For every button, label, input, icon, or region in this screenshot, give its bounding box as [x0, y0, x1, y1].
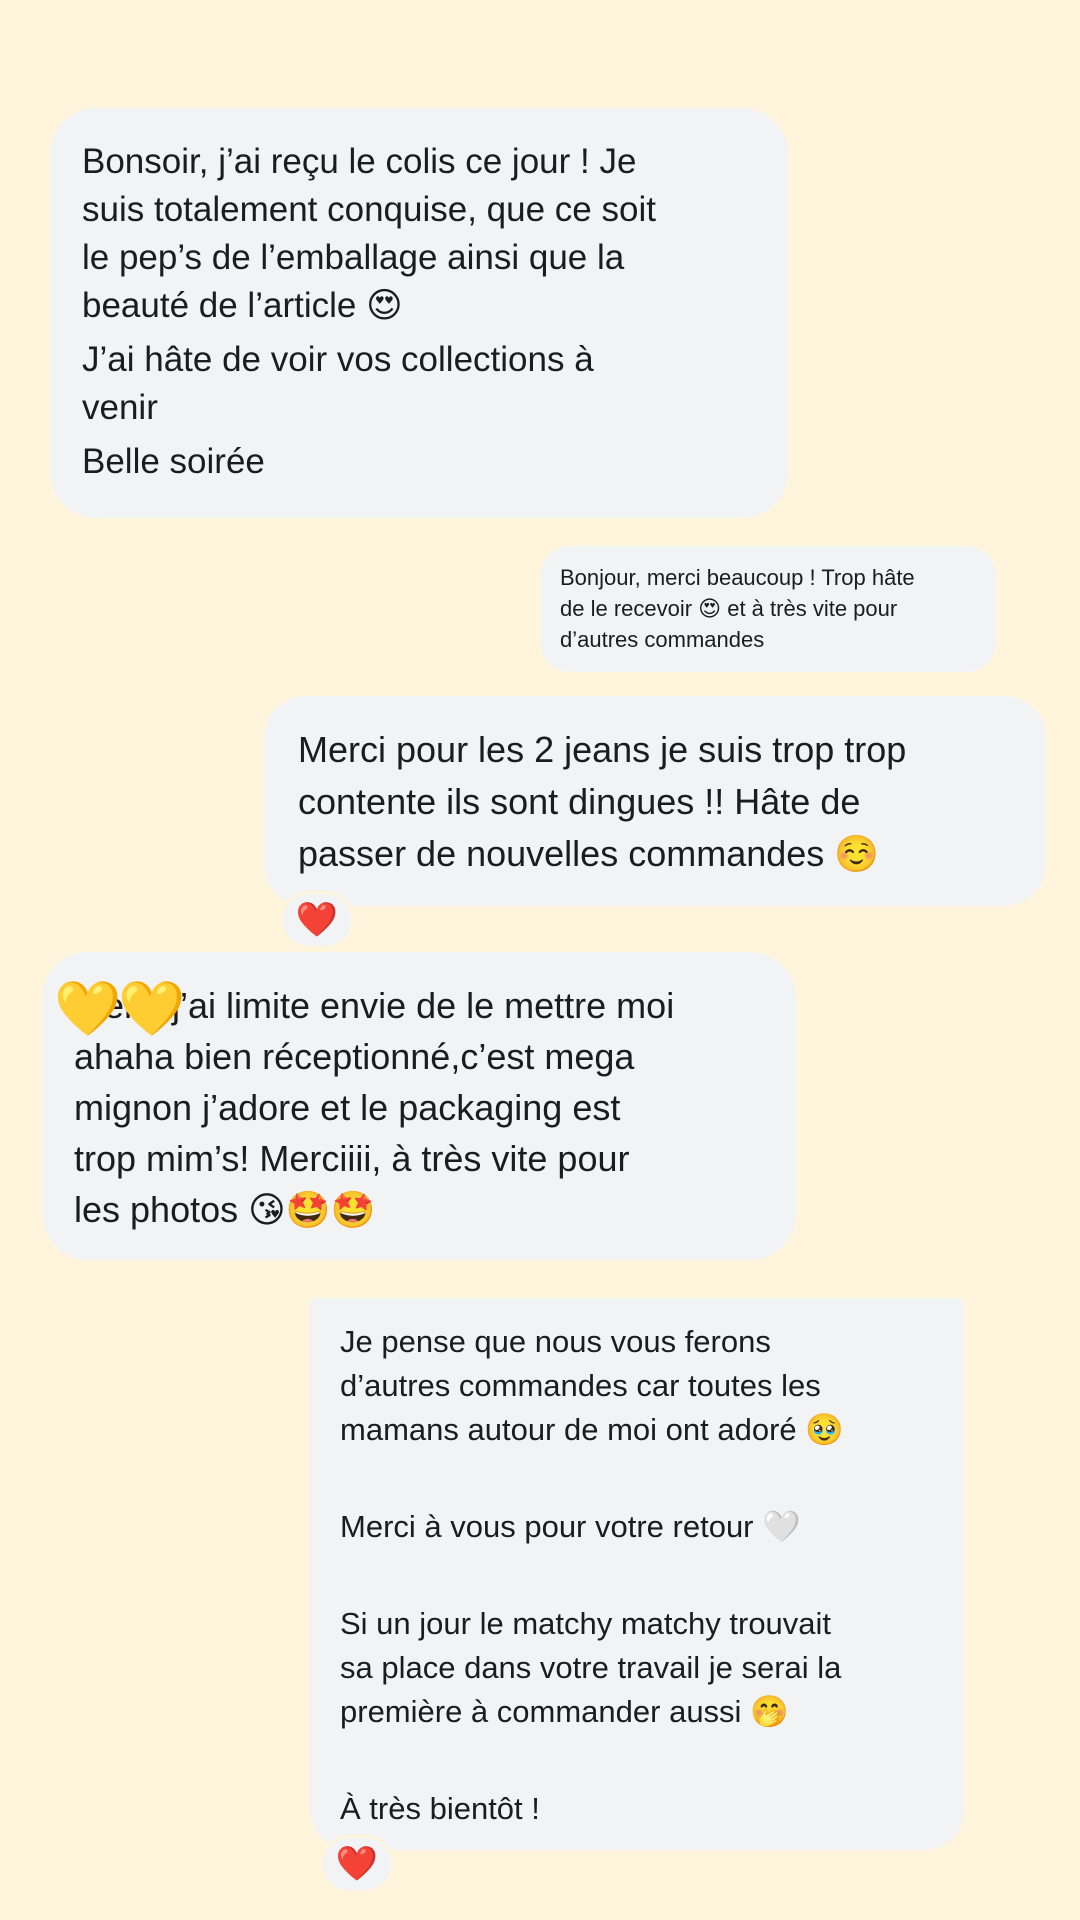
message-5-line-11: À très bientôt ! — [340, 1791, 540, 1826]
message-5-line-7: Si un jour le matchy matchy trouvait — [340, 1606, 832, 1641]
message-1-line-4: beauté de l’article 😍 — [82, 286, 403, 325]
message-3-line-2: contente ils sont dingues !! Hâte de — [298, 781, 861, 822]
yellow-heart-icon-1: 💛 — [54, 977, 122, 1040]
heart-reaction-icon[interactable]: ❤️ — [320, 1835, 394, 1893]
message-5-line-1: Je pense que nous vous ferons — [340, 1324, 771, 1359]
message-bubble-5[interactable]: Je pense que nous vous ferons d’autres c… — [310, 1298, 964, 1850]
message-4-line-3: mignon j’adore et le packaging est — [74, 1087, 621, 1128]
message-5-line-2: d’autres commandes car toutes les — [340, 1368, 821, 1403]
message-1-line-2: suis totalement conquise, que ce soit — [82, 190, 656, 229]
message-2-line-3: d’autres commandes — [560, 627, 765, 652]
message-2-line-1: Bonjour, merci beaucoup ! Trop hâte — [560, 565, 915, 590]
message-bubble-2[interactable]: Bonjour, merci beaucoup ! Trop hâte de l… — [540, 546, 996, 672]
message-1-line-3: le pep’s de l’emballage ainsi que la — [82, 238, 625, 277]
message-bubble-3[interactable]: Merci pour les 2 jeans je suis trop trop… — [264, 696, 1046, 906]
message-5-line-8: sa place dans votre travail je serai la — [340, 1650, 842, 1685]
message-5-line-3: mamans autour de moi ont adoré 🥹 — [340, 1412, 844, 1447]
message-2-line-2: de le recevoir 😍 et à très vite pour — [560, 596, 898, 621]
message-1-line-5: J’ai hâte de voir vos collections à — [82, 340, 594, 379]
message-4-line-5: les photos 😘🤩🤩 — [74, 1189, 376, 1230]
message-3-line-1: Merci pour les 2 jeans je suis trop trop — [298, 729, 907, 770]
message-5-blank-2 — [340, 1549, 964, 1602]
message-5-line-5: Merci à vous pour votre retour 🤍 — [340, 1509, 801, 1544]
heart-reaction-icon[interactable]: ❤️ — [280, 891, 354, 949]
message-1-line-7: Belle soirée — [82, 442, 265, 481]
message-5-line-9: première à commander aussi 🤭 — [340, 1694, 789, 1729]
message-5-blank-1 — [340, 1452, 964, 1505]
yellow-heart-icon-2: 💛 — [118, 977, 186, 1040]
message-4-line-4: trop mim’s! Merciiii, à très vite pour — [74, 1138, 630, 1179]
message-3-line-3: passer de nouvelles commandes ☺️ — [298, 833, 880, 874]
message-bubble-1[interactable]: Bonsoir, j’ai reçu le colis ce jour ! Je… — [50, 108, 788, 518]
message-5-blank-3 — [340, 1734, 964, 1787]
message-1-line-1: Bonsoir, j’ai reçu le colis ce jour ! Je — [82, 142, 637, 181]
message-1-line-6: venir — [82, 388, 158, 427]
